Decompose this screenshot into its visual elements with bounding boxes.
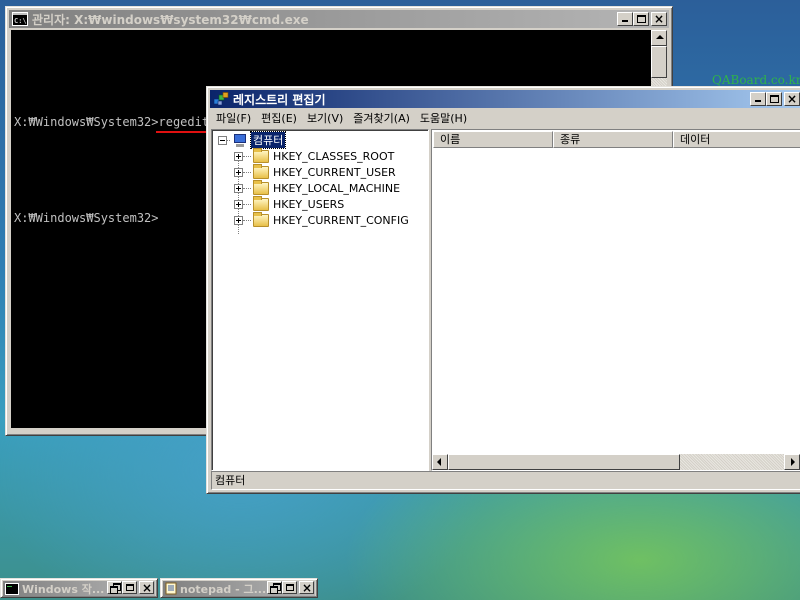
arrow-up-icon: [656, 35, 664, 39]
registry-tree[interactable]: 컴퓨터 HKEY_CLASSES_ROOT HKEY_CURRENT_USER …: [211, 129, 429, 471]
expand-icon[interactable]: [234, 183, 243, 193]
close-icon: ×: [787, 92, 798, 106]
tree-item-label: HKEY_CURRENT_CONFIG: [273, 213, 409, 227]
menu-view[interactable]: 보기(V): [302, 110, 348, 126]
menu-file[interactable]: 파일(F): [211, 110, 256, 126]
status-bar: 컴퓨터: [211, 471, 800, 490]
menu-favorites[interactable]: 즐겨찾기(A): [348, 110, 415, 126]
scroll-right-button[interactable]: [784, 454, 800, 470]
minimize-icon: [755, 100, 761, 102]
column-header-name[interactable]: 이름: [433, 131, 553, 148]
regedit-minimize-button[interactable]: [750, 92, 766, 106]
status-text: 컴퓨터: [215, 474, 246, 487]
regedit-maximize-button[interactable]: [766, 92, 782, 106]
tree-item-hkey[interactable]: HKEY_CURRENT_USER: [234, 163, 396, 180]
maximize-icon: [126, 584, 134, 591]
console-icon: [5, 582, 19, 595]
close-icon: ×: [302, 581, 313, 595]
arrow-left-icon: [437, 458, 441, 466]
desktop-watermark: QABoard.co.kr: [712, 73, 800, 87]
close-button[interactable]: ×: [299, 581, 314, 594]
regedit-titlebar[interactable]: 레지스트리 편집기 ×: [210, 90, 800, 108]
tree-item-label: HKEY_USERS: [273, 197, 345, 211]
minimized-title: Windows 작...: [22, 582, 105, 596]
list-header: 이름 종류 데이터: [433, 131, 800, 148]
tree-item-label: 컴퓨터: [249, 131, 287, 149]
maximize-icon: [286, 584, 294, 591]
scroll-thumb[interactable]: [651, 46, 667, 78]
tree-item-hkey[interactable]: HKEY_CLASSES_ROOT: [234, 147, 395, 164]
regedit-close-button[interactable]: ×: [784, 92, 800, 106]
cmd-minimize-button[interactable]: [617, 12, 633, 26]
console-icon: C:\: [12, 12, 28, 26]
tree-item-label: HKEY_CURRENT_USER: [273, 165, 396, 179]
maximize-icon: [637, 15, 646, 23]
maximize-button[interactable]: [282, 581, 297, 594]
restore-button[interactable]: [267, 581, 282, 594]
expand-icon[interactable]: [234, 215, 243, 225]
tree-item-label: HKEY_CLASSES_ROOT: [273, 149, 395, 163]
column-header-type[interactable]: 종류: [553, 131, 673, 148]
menu-edit[interactable]: 편집(E): [256, 110, 302, 126]
regedit-title: 레지스트리 편집기: [233, 92, 326, 107]
scroll-left-button[interactable]: [432, 454, 448, 470]
folder-icon: [253, 195, 269, 211]
minimized-window-windows[interactable]: Windows 작... ×: [0, 578, 158, 598]
collapse-icon[interactable]: [218, 135, 227, 145]
folder-icon: [253, 163, 269, 179]
scroll-up-button[interactable]: [651, 30, 667, 46]
maximize-button[interactable]: [122, 581, 137, 594]
close-icon: ×: [142, 581, 153, 595]
maximize-icon: [770, 95, 779, 103]
cmd-title: 관리자: X:₩windows₩system32₩cmd.exe: [32, 12, 309, 27]
values-list[interactable]: 이름 종류 데이터: [431, 129, 800, 471]
minimize-icon: [622, 20, 628, 22]
scroll-thumb[interactable]: [448, 454, 680, 470]
tree-item-hkey[interactable]: HKEY_LOCAL_MACHINE: [234, 179, 401, 196]
expand-icon[interactable]: [234, 151, 243, 161]
typed-command: regedit: [158, 115, 210, 129]
cmd-close-button[interactable]: ×: [651, 12, 667, 26]
column-header-data[interactable]: 데이터: [673, 131, 800, 148]
cmd-maximize-button[interactable]: [633, 12, 649, 26]
tree-item-hkey[interactable]: HKEY_CURRENT_CONFIG: [234, 211, 409, 228]
notepad-icon: [165, 582, 177, 595]
expand-icon[interactable]: [234, 167, 243, 177]
tree-item-computer[interactable]: 컴퓨터: [218, 131, 287, 149]
expand-icon[interactable]: [234, 199, 243, 209]
list-horizontal-scrollbar[interactable]: [432, 454, 800, 470]
tree-item-hkey[interactable]: HKEY_USERS: [234, 195, 345, 212]
folder-icon: [253, 211, 269, 227]
regedit-window[interactable]: 레지스트리 편집기 × 파일(F) 편집(E) 보기(V) 즐겨찾기(A) 도움…: [206, 86, 800, 494]
tree-item-label: HKEY_LOCAL_MACHINE: [273, 181, 401, 195]
close-button[interactable]: ×: [139, 581, 154, 594]
menu-bar: 파일(F) 편집(E) 보기(V) 즐겨찾기(A) 도움말(H): [211, 109, 800, 127]
restore-button[interactable]: [107, 581, 122, 594]
svg-text:C:\: C:\: [14, 17, 27, 25]
menu-help[interactable]: 도움말(H): [415, 110, 472, 126]
folder-icon: [253, 147, 269, 163]
cmd-titlebar[interactable]: C:\ 관리자: X:₩windows₩system32₩cmd.exe ×: [9, 10, 669, 28]
computer-icon: [232, 133, 248, 147]
folder-icon: [253, 179, 269, 195]
minimized-window-notepad[interactable]: notepad - 그... ×: [160, 578, 318, 598]
minimized-title: notepad - 그...: [180, 582, 267, 596]
registry-icon: [213, 92, 229, 106]
arrow-right-icon: [791, 458, 795, 466]
close-icon: ×: [654, 12, 665, 26]
